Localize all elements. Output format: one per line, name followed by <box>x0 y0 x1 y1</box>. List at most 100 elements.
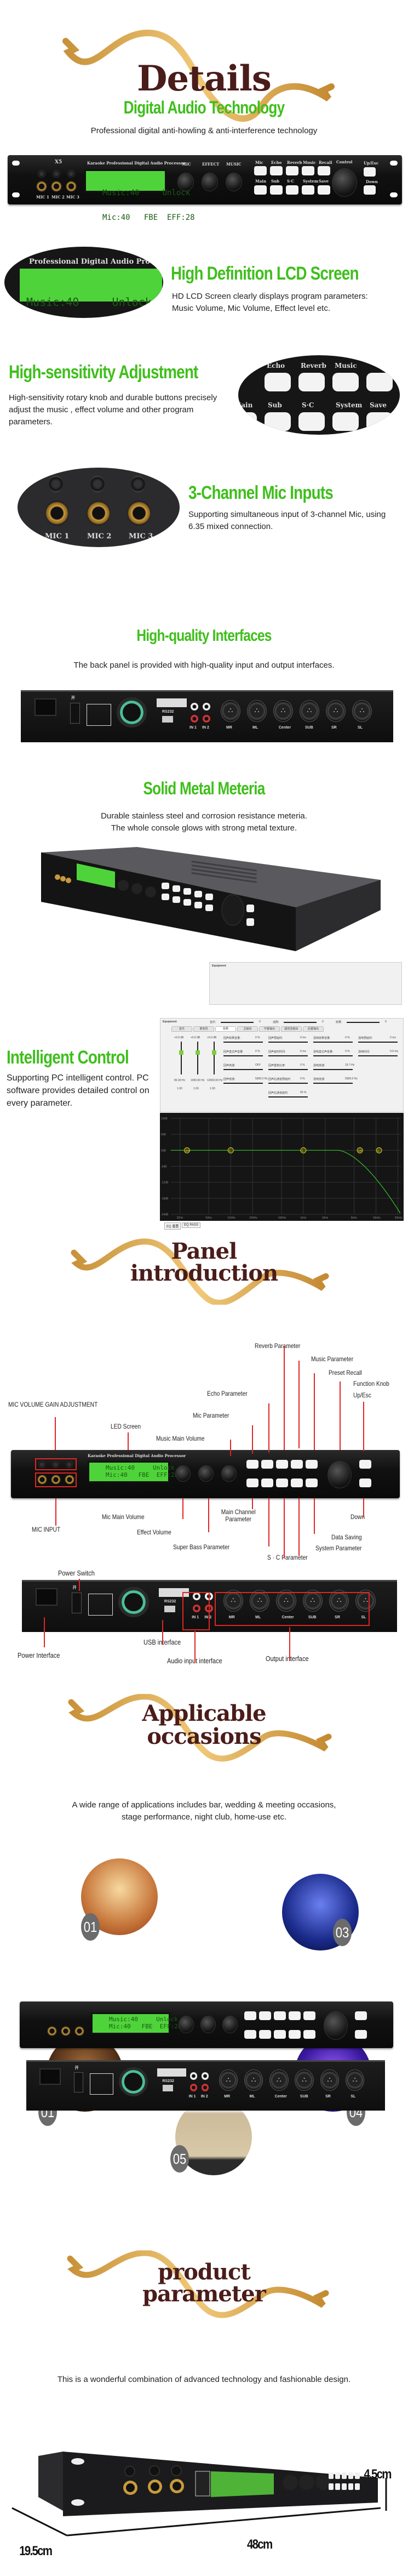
lcd-line-2: Mic:40 FBE EFF:28 <box>102 213 195 222</box>
gain-value: +0.0 dB <box>207 1036 217 1039</box>
param-label: 回声延时时间: <box>268 1050 286 1054</box>
panel-button <box>318 166 330 175</box>
param-slider[interactable] <box>313 1083 353 1084</box>
output-label: ML <box>249 2094 255 2099</box>
input-label: IN 2 <box>200 2094 208 2099</box>
panel-button <box>306 1460 318 1469</box>
callout-leader-line <box>128 1432 129 1450</box>
param-label: 回声效果音量: <box>223 1037 241 1040</box>
nav-label: Down <box>366 179 378 184</box>
mic-jack <box>36 181 47 192</box>
callout-mic-main-volume: Mic Main Volume <box>102 1513 145 1521</box>
param-slider[interactable] <box>268 1083 308 1084</box>
software-tab[interactable]: 中置输出 <box>259 1026 280 1032</box>
callout-main-channel-parameter: Main Channel Parameter <box>221 1508 256 1523</box>
eq-button[interactable]: EQ 重置 <box>164 1222 181 1230</box>
fader-thumb[interactable] <box>196 1050 200 1055</box>
dimension-width: 48cm <box>247 2537 273 2552</box>
panel-button <box>318 185 330 195</box>
lcd-description: HD LCD Screen clearly displays program p… <box>172 291 407 315</box>
master-slider[interactable] <box>221 1022 254 1023</box>
software-tab[interactable]: 主输出 <box>237 1026 258 1032</box>
xlr-output <box>247 700 267 722</box>
zoomed-button <box>238 412 257 431</box>
rack-ear-hole <box>390 161 398 166</box>
callout-leader-line <box>284 1346 285 1450</box>
param-slider[interactable] <box>223 1055 263 1056</box>
param-label: 回声重复比率: <box>268 1064 286 1067</box>
gain-value: +0.0 dB <box>174 1036 184 1039</box>
eq-x-tick: 1kHz <box>300 1216 307 1220</box>
software-window: Equipment 音乐: 0 话筒: 0 效果: 0 音乐 麦克风 效果 主输出 中置输出 超低音输… <box>160 1018 404 1112</box>
panel-button <box>254 185 267 195</box>
rca-jack <box>191 703 198 710</box>
param-slider[interactable] <box>268 1055 308 1056</box>
master-slider[interactable] <box>284 1022 317 1023</box>
param-slider[interactable] <box>223 1069 263 1070</box>
product-parameter-header: product parameter <box>0 2250 408 2327</box>
occasion-front-panel: Music:40 Unlock Mic:40 FBE EFF:28 <box>20 2001 393 2048</box>
input-label: IN 1 <box>189 726 197 730</box>
param-slider[interactable] <box>313 1055 353 1056</box>
param-slider[interactable] <box>223 1083 263 1084</box>
metal-description-line: Durable stainless steel and corrosion re… <box>101 811 307 821</box>
product-parameter-description: This is a wonderful combination of advan… <box>57 2375 351 2384</box>
spec-label <box>88 1594 113 1616</box>
button-label: S·C <box>302 401 314 409</box>
zoomed-button <box>298 412 325 431</box>
fan-icon <box>118 2067 148 2096</box>
mic-jack <box>47 2026 57 2036</box>
param-slider[interactable] <box>358 1042 398 1043</box>
software-tab[interactable]: 后置输出 <box>303 1026 324 1032</box>
software-tab[interactable]: 麦克风 <box>193 1026 214 1032</box>
param-slider[interactable] <box>313 1042 353 1043</box>
eq-fader[interactable] <box>214 1042 215 1074</box>
param-label: 回声预延时: <box>268 1037 283 1040</box>
param-slider[interactable] <box>313 1069 353 1070</box>
software-tab[interactable]: 效果 <box>215 1026 236 1032</box>
callout-echo-parameter: Echo Parameter <box>207 1390 248 1397</box>
fader-thumb[interactable] <box>212 1050 216 1055</box>
callout-leader-line <box>79 1579 80 1591</box>
eq-fader[interactable] <box>181 1042 182 1074</box>
mic-jack <box>51 181 62 192</box>
eq-y-tick: 12dB <box>161 1117 168 1121</box>
panel-button <box>302 185 314 195</box>
occasions-description-line: A wide range of applications includes ba… <box>72 1800 336 1810</box>
software-tab[interactable]: 音乐 <box>171 1026 192 1032</box>
eq-x-tick: 2kHz <box>322 1216 329 1220</box>
highlight-box <box>215 1592 370 1626</box>
button-label: Music <box>303 160 316 165</box>
master-slider[interactable] <box>347 1022 380 1023</box>
param-slider[interactable] <box>268 1042 308 1043</box>
eq-x-tick: 100Hz <box>227 1216 235 1220</box>
param-value: OFF <box>255 1064 261 1067</box>
button-label: Sub <box>271 179 280 184</box>
panel-button <box>246 1460 258 1469</box>
eq-button[interactable]: EQ PASS <box>182 1222 200 1228</box>
software-window-back: Equipment <box>209 962 402 1005</box>
callout-mic-gain: MIC VOLUME GAIN ADJUSTMENT <box>8 1401 98 1408</box>
q-value: 1.00 <box>210 1087 215 1090</box>
highlight-box <box>182 1592 210 1630</box>
rca-jack <box>201 2072 209 2080</box>
param-label: 混响效果音量: <box>313 1037 331 1040</box>
software-tab[interactable]: 超低音输出 <box>281 1026 302 1032</box>
param-slider[interactable] <box>268 1096 308 1097</box>
param-label: 回声直达声音量: <box>223 1050 244 1054</box>
spec-label <box>89 2073 113 2095</box>
lcd-line-2: Mic:40 FBE EFF:28 <box>106 1471 179 1479</box>
fader-thumb[interactable] <box>179 1050 183 1055</box>
lcd-line-1: Music:40 Unlock <box>102 189 191 197</box>
down-button <box>359 1479 371 1487</box>
eq-fader[interactable] <box>197 1042 198 1074</box>
caution-label <box>157 698 187 707</box>
interfaces-heading: High-quality Interfaces <box>136 627 272 645</box>
rs232-label: RS232 <box>162 2079 174 2083</box>
rack-ear-hole <box>12 161 20 166</box>
param-slider[interactable] <box>358 1055 398 1056</box>
callout-leader-line <box>340 1381 341 1450</box>
param-slider[interactable] <box>223 1042 263 1043</box>
adjustment-heading: High-sensitivity Adjustment <box>9 362 198 383</box>
param-slider[interactable] <box>268 1069 308 1070</box>
